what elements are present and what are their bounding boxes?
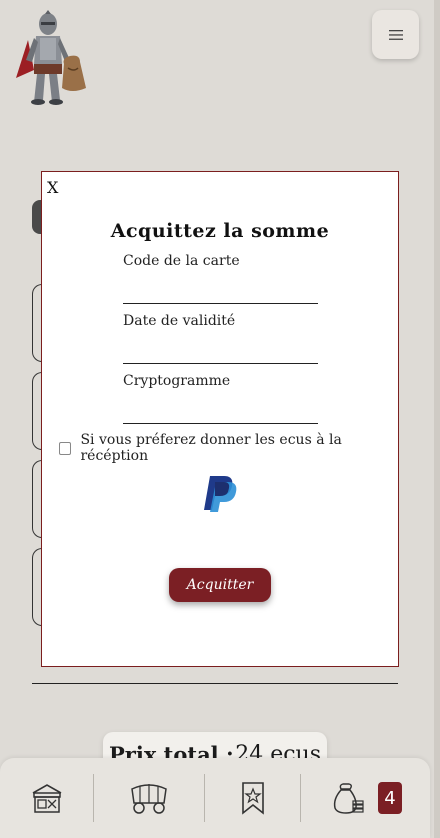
money-bag-icon [333,783,364,814]
modal-title: Acquittez la somme [110,220,330,242]
menu-button[interactable] [372,10,419,59]
nav-item-wagon[interactable] [94,758,204,838]
hamburger-icon [388,29,403,40]
card-code-input[interactable] [123,280,318,304]
shop-stall-icon [32,784,61,813]
bookmark-star-icon [241,782,264,815]
expiry-date-label: Date de validité [123,313,236,329]
nav-item-cart[interactable] [326,758,370,838]
nav-item-favorites[interactable] [205,758,300,838]
cart-count-badge: 4 [378,782,402,814]
close-button[interactable]: X [47,178,58,197]
wagon-icon [131,784,167,814]
pay-at-reception-checkbox[interactable] [59,441,72,455]
bottom-navigation: 4 [0,758,430,838]
pay-at-reception-label: Si vous préferez donner les ecus à la ré… [80,432,342,464]
scrollbar[interactable] [434,0,440,838]
knight-with-bag-logo[interactable] [10,8,90,106]
card-code-label: Code de la carte [123,253,240,269]
expiry-date-input[interactable] [123,340,318,364]
paypal-icon[interactable] [200,474,240,512]
cvv-label: Cryptogramme [123,373,231,389]
payment-modal: X Acquittez la somme Code de la carte Da… [41,171,399,667]
cvv-input[interactable] [123,400,318,424]
nav-divider [300,774,301,822]
nav-item-shop[interactable] [0,758,93,838]
pay-at-reception-option[interactable]: Si vous préferez donner les ecus à la ré… [59,432,398,464]
pay-submit-button[interactable]: Acquitter [169,568,271,602]
divider [32,683,398,684]
